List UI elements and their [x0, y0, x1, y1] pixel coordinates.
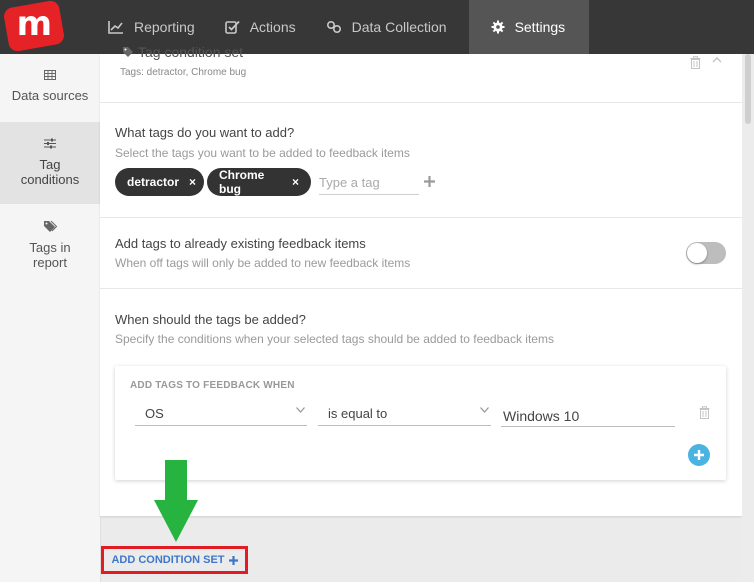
operator-select-value: is equal to — [328, 406, 388, 421]
add-condition-set-label: ADD CONDITION SET — [111, 554, 225, 566]
plus-icon — [694, 450, 704, 460]
tag-chip-detractor[interactable]: detractor × — [115, 168, 204, 196]
section-divider — [100, 217, 742, 218]
top-navigation: m Reporting Actions Data Collection Sett… — [0, 0, 754, 54]
sidebar-item-label: Data sources — [11, 88, 89, 103]
existing-items-toggle[interactable] — [686, 242, 726, 264]
tag-input[interactable] — [319, 170, 419, 195]
when-section-description: Specify the conditions when your selecte… — [115, 332, 554, 346]
field-select-value: OS — [145, 406, 164, 421]
gear-icon — [491, 20, 505, 34]
sidebar-item-label-line1: Tag — [39, 157, 61, 172]
scrollbar-thumb[interactable] — [745, 54, 751, 124]
add-tag-plus-icon[interactable] — [424, 176, 435, 187]
chevron-down-icon — [480, 407, 489, 413]
condition-set-title-text: Tag condition set — [138, 44, 244, 60]
add-condition-set-button[interactable]: ADD CONDITION SET — [101, 546, 248, 574]
delete-condition-set-icon[interactable] — [690, 56, 701, 69]
remove-tag-icon[interactable]: × — [292, 175, 299, 189]
green-down-arrow-icon — [154, 460, 198, 542]
chevron-down-icon — [296, 407, 305, 413]
existing-section-description: When off tags will only be added to new … — [115, 256, 411, 270]
existing-section-title: Add tags to already existing feedback it… — [115, 236, 366, 251]
tag-chip-label: Chrome bug — [219, 168, 265, 196]
settings-sidebar: Data sources Tag conditions Tags in repo… — [0, 54, 101, 582]
when-section-title: When should the tags be added? — [115, 312, 306, 327]
tags-section-title: What tags do you want to add? — [115, 125, 295, 140]
sidebar-item-tag-conditions[interactable]: Tag conditions — [0, 122, 100, 204]
sidebar-item-label-line2: report — [33, 255, 67, 270]
field-select[interactable]: OS — [135, 402, 307, 426]
tag-chip-label: detractor — [127, 175, 180, 189]
table-icon — [44, 70, 56, 80]
remove-tag-icon[interactable]: × — [189, 175, 196, 189]
sidebar-item-data-sources[interactable]: Data sources — [0, 54, 100, 122]
page-scrollbar[interactable] — [742, 54, 754, 582]
tag-condition-set-card: Tag condition set Tags: detractor, Chrom… — [100, 44, 742, 516]
nav-item-label: Reporting — [134, 19, 195, 35]
add-condition-button[interactable] — [688, 444, 710, 466]
nav-item-label: Actions — [249, 19, 296, 35]
logo-letter: m — [16, 4, 51, 45]
chart-line-icon — [108, 21, 123, 34]
tag-chip-chrome-bug[interactable]: Chrome bug × — [207, 168, 311, 196]
condition-value-input[interactable] — [501, 402, 675, 427]
condition-box-header: ADD TAGS TO FEEDBACK WHEN — [130, 380, 295, 391]
plus-icon — [228, 555, 238, 565]
sidebar-item-label-line1: Tags in — [29, 240, 71, 255]
chevron-up-icon[interactable] — [712, 56, 722, 64]
sidebar-item-label-line2: conditions — [20, 172, 80, 187]
nav-item-label: Settings — [514, 19, 566, 35]
sliders-icon — [44, 138, 56, 149]
section-divider — [100, 288, 742, 289]
condition-set-header: Tag condition set Tags: detractor, Chrom… — [100, 44, 742, 103]
tag-icon — [123, 47, 133, 57]
check-square-icon — [224, 20, 240, 34]
sidebar-item-tags-in-report[interactable]: Tags in report — [0, 204, 100, 284]
operator-select[interactable]: is equal to — [318, 402, 491, 426]
brand-logo[interactable]: m — [2, 0, 66, 53]
nav-item-settings[interactable]: Settings — [468, 0, 590, 54]
delete-condition-icon[interactable] — [699, 406, 710, 419]
condition-box: ADD TAGS TO FEEDBACK WHEN OS is equal to — [115, 366, 726, 480]
tags-section-description: Select the tags you want to be added to … — [115, 146, 410, 160]
condition-set-title: Tag condition set — [122, 44, 243, 60]
nav-item-data-collection[interactable]: Data Collection — [318, 0, 469, 54]
tags-icon — [44, 220, 57, 232]
logo-container: m — [0, 0, 100, 54]
link-icon — [326, 20, 341, 34]
toggle-knob — [687, 243, 707, 263]
nav-item-label: Data Collection — [351, 19, 447, 35]
condition-set-subtitle: Tags: detractor, Chrome bug — [120, 67, 247, 78]
